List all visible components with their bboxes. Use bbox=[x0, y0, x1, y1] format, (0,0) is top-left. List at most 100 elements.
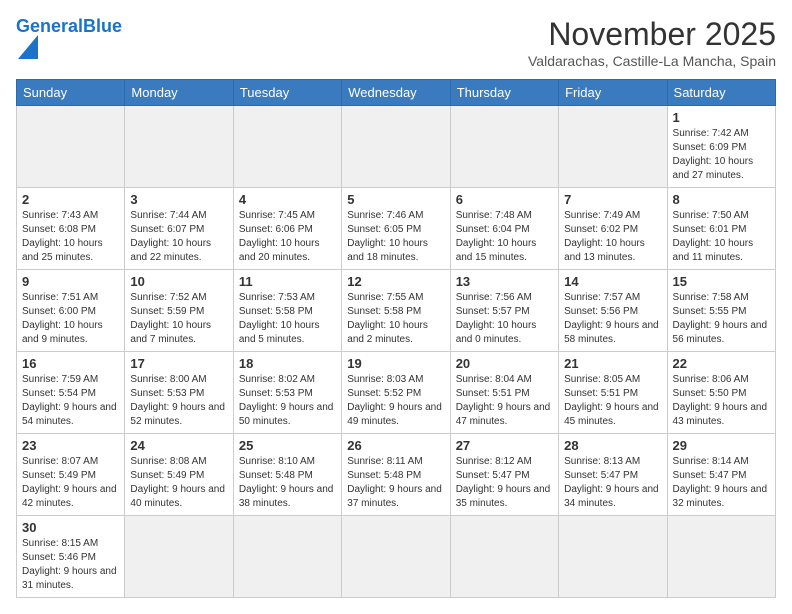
day-number: 30 bbox=[22, 520, 119, 535]
day-info: Sunrise: 8:14 AM Sunset: 5:47 PM Dayligh… bbox=[673, 455, 770, 511]
day-number: 19 bbox=[347, 356, 444, 371]
day-cell: 14Sunrise: 7:57 AM Sunset: 5:56 PM Dayli… bbox=[559, 270, 667, 352]
day-cell: 6Sunrise: 7:48 AM Sunset: 6:04 PM Daylig… bbox=[450, 188, 558, 270]
day-info: Sunrise: 7:48 AM Sunset: 6:04 PM Dayligh… bbox=[456, 209, 553, 265]
day-number: 24 bbox=[130, 438, 227, 453]
day-info: Sunrise: 7:58 AM Sunset: 5:55 PM Dayligh… bbox=[673, 291, 770, 347]
day-info: Sunrise: 7:52 AM Sunset: 5:59 PM Dayligh… bbox=[130, 291, 227, 347]
day-number: 11 bbox=[239, 274, 336, 289]
day-info: Sunrise: 7:42 AM Sunset: 6:09 PM Dayligh… bbox=[673, 127, 770, 183]
day-cell: 29 Sunrise: 8:14 AM Sunset: 5:47 PM Dayli… bbox=[667, 434, 775, 516]
day-number: 9 bbox=[22, 274, 119, 289]
day-number: 29 bbox=[673, 438, 770, 453]
day-info: Sunrise: 7:46 AM Sunset: 6:05 PM Dayligh… bbox=[347, 209, 444, 265]
day-info: Sunrise: 7:43 AM Sunset: 6:08 PM Dayligh… bbox=[22, 209, 119, 265]
day-cell: 20Sunrise: 8:04 AM Sunset: 5:51 PM Dayli… bbox=[450, 352, 558, 434]
weekday-header-friday: Friday bbox=[559, 80, 667, 106]
day-info: Sunrise: 8:12 AM Sunset: 5:47 PM Dayligh… bbox=[456, 455, 553, 511]
day-info: Sunrise: 8:08 AM Sunset: 5:49 PM Dayligh… bbox=[130, 455, 227, 511]
day-cell: 24 Sunrise: 8:08 AM Sunset: 5:49 PM Dayli… bbox=[125, 434, 233, 516]
day-cell bbox=[450, 516, 558, 598]
day-info: Sunrise: 7:50 AM Sunset: 6:01 PM Dayligh… bbox=[673, 209, 770, 265]
day-number: 22 bbox=[673, 356, 770, 371]
day-number: 1 bbox=[673, 110, 770, 125]
week-row-6: 30 Sunrise: 8:15 AM Sunset: 5:46 PM Dayli… bbox=[17, 516, 776, 598]
day-cell: 13 Sunrise: 7:56 AM Sunset: 5:57 PM Dayli… bbox=[450, 270, 558, 352]
day-info: Sunrise: 8:11 AM Sunset: 5:48 PM Dayligh… bbox=[347, 455, 444, 511]
day-number: 27 bbox=[456, 438, 553, 453]
day-info: Sunrise: 7:53 AM Sunset: 5:58 PM Dayligh… bbox=[239, 291, 336, 347]
day-number: 26 bbox=[347, 438, 444, 453]
day-cell: 11 Sunrise: 7:53 AM Sunset: 5:58 PM Dayli… bbox=[233, 270, 341, 352]
day-cell: 7 Sunrise: 7:49 AM Sunset: 6:02 PM Daylig… bbox=[559, 188, 667, 270]
day-number: 8 bbox=[673, 192, 770, 207]
day-cell: 21Sunrise: 8:05 AM Sunset: 5:51 PM Dayli… bbox=[559, 352, 667, 434]
day-cell bbox=[559, 106, 667, 188]
day-cell: 25Sunrise: 8:10 AM Sunset: 5:48 PM Dayli… bbox=[233, 434, 341, 516]
day-info: Sunrise: 7:51 AM Sunset: 6:00 PM Dayligh… bbox=[22, 291, 119, 347]
month-title: November 2025 bbox=[528, 16, 776, 53]
logo-general: General bbox=[16, 16, 83, 36]
week-row-4: 16 Sunrise: 7:59 AM Sunset: 5:54 PM Dayli… bbox=[17, 352, 776, 434]
weekday-header-thursday: Thursday bbox=[450, 80, 558, 106]
day-cell bbox=[559, 516, 667, 598]
day-info: Sunrise: 7:59 AM Sunset: 5:54 PM Dayligh… bbox=[22, 373, 119, 429]
day-cell: 30 Sunrise: 8:15 AM Sunset: 5:46 PM Dayli… bbox=[17, 516, 125, 598]
day-number: 17 bbox=[130, 356, 227, 371]
day-info: Sunrise: 7:49 AM Sunset: 6:02 PM Dayligh… bbox=[564, 209, 661, 265]
day-cell: 28 Sunrise: 8:13 AM Sunset: 5:47 PM Dayli… bbox=[559, 434, 667, 516]
day-number: 4 bbox=[239, 192, 336, 207]
day-info: Sunrise: 7:55 AM Sunset: 5:58 PM Dayligh… bbox=[347, 291, 444, 347]
week-row-2: 2Sunrise: 7:43 AM Sunset: 6:08 PM Daylig… bbox=[17, 188, 776, 270]
day-cell: 18 Sunrise: 8:02 AM Sunset: 5:53 PM Dayli… bbox=[233, 352, 341, 434]
day-cell bbox=[125, 106, 233, 188]
day-info: Sunrise: 8:15 AM Sunset: 5:46 PM Dayligh… bbox=[22, 537, 119, 593]
weekday-header-row: SundayMondayTuesdayWednesdayThursdayFrid… bbox=[17, 80, 776, 106]
day-cell bbox=[17, 106, 125, 188]
day-cell: 19Sunrise: 8:03 AM Sunset: 5:52 PM Dayli… bbox=[342, 352, 450, 434]
day-info: Sunrise: 8:13 AM Sunset: 5:47 PM Dayligh… bbox=[564, 455, 661, 511]
day-cell: 17Sunrise: 8:00 AM Sunset: 5:53 PM Dayli… bbox=[125, 352, 233, 434]
day-number: 7 bbox=[564, 192, 661, 207]
day-cell: 27 Sunrise: 8:12 AM Sunset: 5:47 PM Dayli… bbox=[450, 434, 558, 516]
day-number: 15 bbox=[673, 274, 770, 289]
day-number: 20 bbox=[456, 356, 553, 371]
day-number: 13 bbox=[456, 274, 553, 289]
day-number: 18 bbox=[239, 356, 336, 371]
day-cell bbox=[450, 106, 558, 188]
day-number: 3 bbox=[130, 192, 227, 207]
day-cell: 2Sunrise: 7:43 AM Sunset: 6:08 PM Daylig… bbox=[17, 188, 125, 270]
weekday-header-wednesday: Wednesday bbox=[342, 80, 450, 106]
weekday-header-tuesday: Tuesday bbox=[233, 80, 341, 106]
title-block: November 2025 Valdarachas, Castille-La M… bbox=[528, 16, 776, 69]
week-row-3: 9 Sunrise: 7:51 AM Sunset: 6:00 PM Daylig… bbox=[17, 270, 776, 352]
day-info: Sunrise: 8:02 AM Sunset: 5:53 PM Dayligh… bbox=[239, 373, 336, 429]
day-info: Sunrise: 7:45 AM Sunset: 6:06 PM Dayligh… bbox=[239, 209, 336, 265]
weekday-header-saturday: Saturday bbox=[667, 80, 775, 106]
day-number: 28 bbox=[564, 438, 661, 453]
day-cell: 12Sunrise: 7:55 AM Sunset: 5:58 PM Dayli… bbox=[342, 270, 450, 352]
day-cell bbox=[233, 106, 341, 188]
calendar-table: SundayMondayTuesdayWednesdayThursdayFrid… bbox=[16, 79, 776, 598]
day-cell: 26 Sunrise: 8:11 AM Sunset: 5:48 PM Dayli… bbox=[342, 434, 450, 516]
day-cell: 3 Sunrise: 7:44 AM Sunset: 6:07 PM Daylig… bbox=[125, 188, 233, 270]
logo-text: GeneralBlue bbox=[16, 16, 122, 37]
day-info: Sunrise: 7:57 AM Sunset: 5:56 PM Dayligh… bbox=[564, 291, 661, 347]
day-cell: 16 Sunrise: 7:59 AM Sunset: 5:54 PM Dayli… bbox=[17, 352, 125, 434]
location-subtitle: Valdarachas, Castille-La Mancha, Spain bbox=[528, 53, 776, 69]
day-info: Sunrise: 8:05 AM Sunset: 5:51 PM Dayligh… bbox=[564, 373, 661, 429]
day-info: Sunrise: 8:10 AM Sunset: 5:48 PM Dayligh… bbox=[239, 455, 336, 511]
weekday-header-monday: Monday bbox=[125, 80, 233, 106]
day-cell: 5Sunrise: 7:46 AM Sunset: 6:05 PM Daylig… bbox=[342, 188, 450, 270]
day-number: 16 bbox=[22, 356, 119, 371]
day-cell bbox=[233, 516, 341, 598]
logo-triangle-icon bbox=[18, 35, 38, 59]
day-cell: 1 Sunrise: 7:42 AM Sunset: 6:09 PM Daylig… bbox=[667, 106, 775, 188]
page-header: GeneralBlue November 2025 Valdarachas, C… bbox=[16, 16, 776, 69]
logo-blue: Blue bbox=[83, 16, 122, 36]
logo: GeneralBlue bbox=[16, 16, 122, 59]
day-info: Sunrise: 7:44 AM Sunset: 6:07 PM Dayligh… bbox=[130, 209, 227, 265]
week-row-5: 23Sunrise: 8:07 AM Sunset: 5:49 PM Dayli… bbox=[17, 434, 776, 516]
day-cell bbox=[342, 106, 450, 188]
day-info: Sunrise: 7:56 AM Sunset: 5:57 PM Dayligh… bbox=[456, 291, 553, 347]
